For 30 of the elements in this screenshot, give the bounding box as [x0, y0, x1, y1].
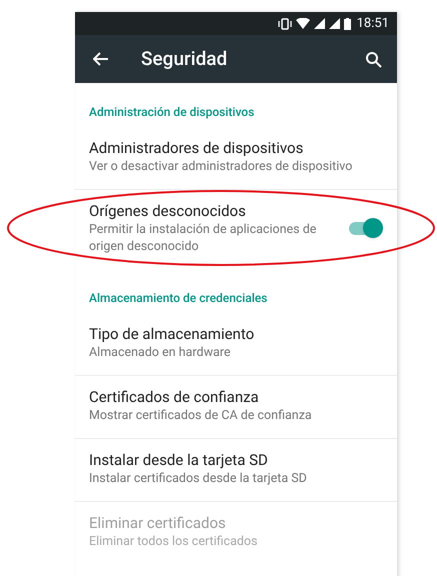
item-title: Tipo de almacenamiento [89, 324, 256, 344]
item-title: Administradores de dispositivos [89, 138, 304, 158]
item-summary: Almacenado en hardware [89, 344, 232, 361]
item-summary: Ver o desactivar administradores de dispositivo [89, 158, 354, 175]
toggle-switch[interactable] [349, 218, 383, 238]
section-header: Almacenamiento de credenciales [88, 290, 268, 307]
item-title: Orígenes desconocidos [89, 201, 247, 221]
item-summary: Instalar certificados desde la tarjeta SD [89, 470, 308, 487]
wifi-icon [296, 18, 310, 29]
item-summary: Mostrar certificados de CA de confianza [89, 407, 313, 424]
vibrate-icon [278, 18, 292, 30]
search-icon [364, 50, 382, 68]
clock: 18:51 [356, 14, 389, 33]
item-title: Certificados de confianza [89, 387, 260, 407]
screen-title: Seguridad [141, 46, 228, 72]
signal-icon [314, 18, 325, 29]
settings-item[interactable]: Certificados de confianza Mostrar certificados de CA de confianza [75, 376, 397, 439]
signal-icon [328, 18, 340, 29]
settings-item[interactable]: Orígenes desconocidos Permitir la instalación de aplicaciones de origen desconocido [75, 190, 397, 269]
search-button[interactable] [363, 49, 383, 69]
item-summary: Eliminar todos los certificados [89, 533, 259, 550]
item-summary: Permitir la instalación de aplicaciones de origen desconocido [89, 221, 318, 255]
settings-item[interactable]: Administradores de dispositivos Ver o desactivar administradores de dispositivo [75, 127, 397, 190]
item-title: Instalar desde la tarjeta SD [89, 450, 269, 470]
section-header: Administración de dispositivos [88, 104, 256, 121]
settings-item[interactable]: Tipo de almacenamiento Almacenado en hardware [75, 313, 397, 376]
settings-item[interactable]: Instalar desde la tarjeta SD Instalar certificados desde la tarjeta SD [75, 439, 397, 502]
battery-icon [344, 18, 351, 30]
item-title: Eliminar certificados [89, 513, 227, 533]
back-arrow-icon [93, 52, 109, 66]
